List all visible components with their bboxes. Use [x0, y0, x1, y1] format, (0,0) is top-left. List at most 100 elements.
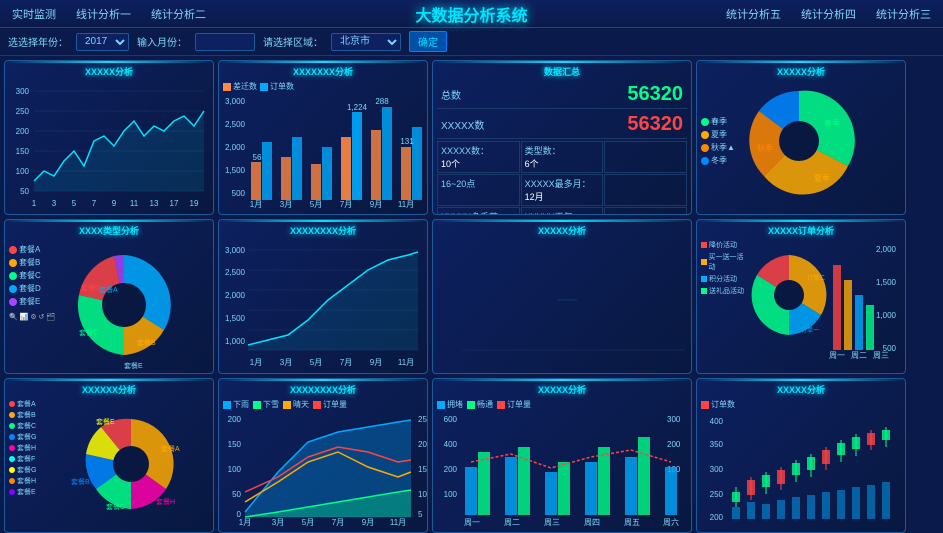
svg-text:5: 5: [418, 510, 423, 519]
svg-text:1,500: 1,500: [876, 278, 897, 287]
panel-bottom-pie: XXXXXX分析 套餐A 套餐B 套餐C 套餐G 套餐H 套餐F 套餐G 套餐H…: [4, 378, 214, 533]
nav-realtime[interactable]: 实时监测: [8, 4, 60, 24]
svg-text:1月: 1月: [250, 358, 262, 367]
summary-detail-grid: XXXXX数： 10个 类型数： 6个 16~20点 XXXXX最多月： 12月…: [437, 141, 687, 215]
nav-line1[interactable]: 线计分析一: [72, 4, 135, 24]
svg-text:周四: 周四: [584, 518, 600, 527]
svg-text:3月: 3月: [280, 358, 292, 367]
panel-7-title: XXXXX订单分析: [701, 224, 901, 237]
svg-text:5月: 5月: [310, 358, 322, 367]
svg-text:9月: 9月: [370, 200, 382, 209]
svg-text:400: 400: [444, 440, 458, 449]
svg-text:10: 10: [418, 490, 427, 499]
svg-text:1月: 1月: [239, 518, 251, 527]
year-select[interactable]: 2017 2018 2016: [76, 33, 129, 51]
svg-text:25: 25: [418, 415, 427, 424]
svg-text:13: 13: [150, 199, 159, 208]
nav-stat5[interactable]: 统计分析五: [722, 4, 785, 24]
panel-10-title: XXXXX分析: [437, 383, 687, 396]
panel-2-title: XXXXXXX分析: [223, 65, 423, 78]
svg-text:周六: 周六: [663, 517, 679, 527]
multi-line-svg: 200 150 100 50 0 25 20°C 15 10 5 1月 3月 5…: [223, 412, 421, 527]
nav-left[interactable]: 实时监测 线计分析一 统计分析二: [8, 4, 210, 24]
panel-data-summary: 数据汇总 总数 56320 XXXXX数 56320 XXXXX数： 10个 类…: [432, 60, 692, 215]
svg-text:200: 200: [667, 440, 681, 449]
svg-text:11月: 11月: [398, 358, 414, 367]
panel-5-title: XXXX类型分析: [9, 224, 209, 237]
svg-text:夏季: 夏季: [814, 173, 830, 183]
panel-bar-chart: XXXXXXX分析 差迁数 订单数 3,000 2,500 2,000 1,50…: [218, 60, 428, 215]
svg-text:56: 56: [253, 153, 262, 162]
svg-text:600: 600: [444, 415, 458, 424]
bar-legend: 差迁数 订单数: [223, 81, 423, 92]
svg-text:套餐E: 套餐E: [96, 417, 115, 426]
svg-text:周三: 周三: [873, 351, 889, 360]
panel-line-chart: XXXXX分析 300 250 200 150 100 50 1 3 5 7: [4, 60, 214, 215]
svg-text:5: 5: [72, 199, 77, 208]
line2-svg: 3,000 2,500 2,000 1,500 1,000 1月 3月 5月 7…: [223, 240, 421, 370]
region-select[interactable]: 北京市 上海市: [331, 33, 401, 51]
bottom-pie-svg: 套餐A 套餐H 套餐C 套餐B 套餐E: [66, 399, 196, 529]
month-input[interactable]: [195, 33, 255, 51]
panel-3-title: 数据汇总: [437, 65, 687, 78]
svg-text:150: 150: [16, 147, 30, 156]
nav-stat4[interactable]: 统计分析四: [797, 4, 860, 24]
svg-text:1,000: 1,000: [225, 337, 246, 346]
panel-4-title: XXXXX分析: [701, 65, 901, 78]
svg-text:9月: 9月: [362, 518, 374, 527]
xxxxx-value: 56320: [627, 113, 683, 136]
svg-text:2,500: 2,500: [225, 120, 246, 129]
svg-text:5月: 5月: [302, 518, 314, 527]
main-grid: XXXXX分析 300 250 200 150 100 50 1 3 5 7: [0, 56, 943, 500]
panel-candlestick: XXXXX分析 订单数 400 350 300 250 200: [696, 378, 906, 533]
svg-text:250: 250: [16, 107, 30, 116]
svg-text:11月: 11月: [390, 518, 406, 527]
svg-text:套餐D: 套餐D: [81, 283, 100, 292]
svg-text:150: 150: [228, 440, 242, 449]
svg-text:15: 15: [418, 465, 427, 474]
confirm-button[interactable]: 确定: [409, 31, 447, 52]
svg-text:200: 200: [444, 465, 458, 474]
order-bar-svg: 2,000 1,500 1,000 500 周一 周二 周三: [831, 240, 901, 360]
svg-text:3,000: 3,000: [225, 246, 246, 255]
nav-right[interactable]: 统计分析五 统计分析四 统计分析三: [722, 4, 935, 24]
svg-text:套餐B: 套餐B: [71, 477, 90, 486]
cell-8: XXXXX天气： 晴天: [521, 207, 604, 215]
svg-text:3月: 3月: [272, 518, 284, 527]
panel-type-pie: XXXX类型分析 套餐A 套餐B 套餐C 套餐D 套餐E 🔍 📊 ⚙ ↺ 🗂 套…: [4, 219, 214, 374]
svg-text:288: 288: [375, 97, 389, 106]
line-chart-svg: 300 250 200 150 100 50 1 3 5 7 9 11 13 1…: [9, 81, 207, 211]
svg-text:20°C: 20°C: [418, 440, 428, 449]
nav-stat3[interactable]: 统计分析三: [872, 4, 935, 24]
candlestick-svg: 400 350 300 250 200: [701, 412, 899, 530]
cell-1: XXXXX数： 10个: [437, 141, 520, 173]
pie-legend: 春季 夏季 秋季▲ 冬季: [701, 116, 735, 166]
svg-text:2,000: 2,000: [876, 245, 897, 254]
svg-text:5月: 5月: [310, 200, 322, 209]
svg-text:50: 50: [232, 490, 241, 499]
panel-line2: XXXXXXXX分析 3,000 2,500 2,000 1,500 1,000…: [218, 219, 428, 374]
svg-text:50: 50: [20, 187, 29, 196]
svg-text:1,500: 1,500: [225, 314, 246, 323]
svg-text:周二: 周二: [851, 351, 867, 360]
cell-7: XXXXX多季节： XXXX: [437, 207, 520, 215]
svg-text:订单一: 订单一: [801, 326, 819, 334]
nav-stat2[interactable]: 统计分析二: [147, 4, 210, 24]
svg-text:3,000: 3,000: [225, 97, 246, 106]
svg-text:春季: 春季: [824, 118, 840, 128]
month-label: 输入月份：: [137, 34, 187, 49]
svg-text:订单二: 订单二: [807, 274, 825, 282]
page-title: 大数据分析系统: [415, 2, 527, 26]
svg-text:200: 200: [710, 513, 724, 522]
svg-text:周五: 周五: [624, 518, 640, 527]
svg-text:300: 300: [16, 87, 30, 96]
svg-text:套餐B: 套餐B: [137, 338, 156, 347]
svg-text:1,000: 1,000: [876, 311, 897, 320]
svg-text:100: 100: [444, 490, 458, 499]
svg-text:100: 100: [228, 465, 242, 474]
svg-text:套餐A: 套餐A: [161, 444, 180, 453]
svg-text:131: 131: [400, 137, 414, 146]
svg-text:—: —: [557, 288, 577, 310]
cell-6: [604, 174, 687, 206]
cell-9: [604, 207, 687, 215]
